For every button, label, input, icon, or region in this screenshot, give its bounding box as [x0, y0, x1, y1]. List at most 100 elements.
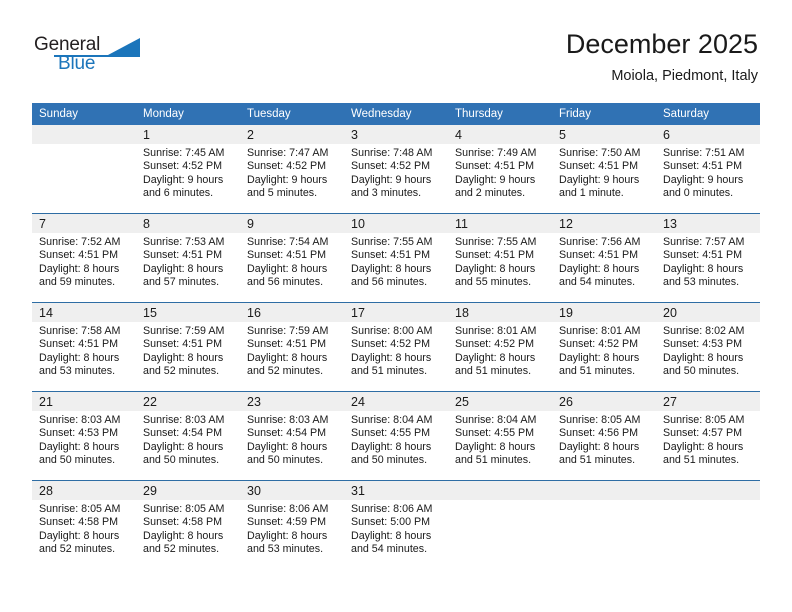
daylight-text-line1: Daylight: 8 hours [455, 351, 536, 364]
day-number: 26 [552, 392, 656, 411]
day-cell-inner: 24 Sunrise: 8:04 AM Sunset: 4:55 PM Dayligh… [344, 392, 448, 480]
day-number: 25 [448, 392, 552, 411]
daylight-text-line1: Daylight: 8 hours [143, 262, 224, 275]
calendar-day-cell[interactable]: 7 Sunrise: 7:52 AM Sunset: 4:51 PM Daylight… [32, 213, 136, 303]
daylight-text-line1: Daylight: 9 hours [143, 173, 224, 186]
day-cell-inner: 25 Sunrise: 8:04 AM Sunset: 4:55 PM Dayligh… [448, 392, 552, 480]
daylight-text-line2: and 54 minutes. [351, 543, 428, 556]
calendar-day-cell[interactable]: 6 Sunrise: 7:51 AM Sunset: 4:51 PM Daylight… [656, 125, 760, 214]
day-details: Sunrise: 7:49 AM Sunset: 4:51 PM Daylight:… [448, 144, 552, 201]
sunrise-text: Sunrise: 8:02 AM [663, 325, 745, 337]
daylight-text-line1: Daylight: 8 hours [351, 262, 432, 275]
calendar-day-cell[interactable]: 2 Sunrise: 7:47 AM Sunset: 4:52 PM Daylight… [240, 125, 344, 214]
daylight-text-line2: and 52 minutes. [143, 543, 220, 556]
sunrise-text: Sunrise: 8:03 AM [39, 414, 121, 426]
calendar-day-cell[interactable]: 3 Sunrise: 7:48 AM Sunset: 4:52 PM Daylight… [344, 125, 448, 214]
sunrise-text: Sunrise: 7:50 AM [559, 147, 641, 159]
calendar-day-cell[interactable]: 12 Sunrise: 7:56 AM Sunset: 4:51 PM Dayligh… [552, 213, 656, 303]
sunset-text: Sunset: 4:51 PM [143, 338, 223, 351]
calendar-day-cell[interactable]: 23 Sunrise: 8:03 AM Sunset: 4:54 PM Dayligh… [240, 391, 344, 481]
day-cell-inner: 13 Sunrise: 7:57 AM Sunset: 4:51 PM Dayligh… [656, 214, 760, 302]
daylight-text-line2: and 50 minutes. [351, 454, 428, 467]
day-number [32, 125, 136, 144]
sunset-text: Sunset: 4:56 PM [559, 427, 639, 440]
calendar-day-cell[interactable]: 11 Sunrise: 7:55 AM Sunset: 4:51 PM Dayligh… [448, 213, 552, 303]
weekday-header-sunday: Sunday [32, 103, 136, 125]
day-details: Sunrise: 8:03 AM Sunset: 4:54 PM Daylight:… [240, 411, 344, 468]
weekday-header-wednesday: Wednesday [344, 103, 448, 125]
sunrise-text: Sunrise: 8:05 AM [39, 503, 121, 515]
calendar-day-cell[interactable]: 24 Sunrise: 8:04 AM Sunset: 4:55 PM Dayligh… [344, 391, 448, 481]
page-header: General Blue December 2025 Moiola, Piedm… [34, 28, 758, 90]
day-cell-inner: 15 Sunrise: 7:59 AM Sunset: 4:51 PM Dayligh… [136, 303, 240, 391]
day-number: 23 [240, 392, 344, 411]
calendar-day-cell[interactable]: 21 Sunrise: 8:03 AM Sunset: 4:53 PM Dayligh… [32, 391, 136, 481]
day-details: Sunrise: 7:55 AM Sunset: 4:51 PM Daylight:… [448, 233, 552, 290]
day-cell-inner: 9 Sunrise: 7:54 AM Sunset: 4:51 PM Daylight… [240, 214, 344, 302]
weekday-header-tuesday: Tuesday [240, 103, 344, 125]
calendar-day-cell[interactable]: 9 Sunrise: 7:54 AM Sunset: 4:51 PM Daylight… [240, 213, 344, 303]
sunrise-text: Sunrise: 7:59 AM [143, 325, 225, 337]
day-details: Sunrise: 8:02 AM Sunset: 4:53 PM Daylight:… [656, 322, 760, 379]
calendar-day-cell[interactable]: 5 Sunrise: 7:50 AM Sunset: 4:51 PM Daylight… [552, 125, 656, 214]
day-cell-inner: 4 Sunrise: 7:49 AM Sunset: 4:51 PM Daylight… [448, 125, 552, 213]
calendar-day-cell[interactable]: 31 Sunrise: 8:06 AM Sunset: 5:00 PM Dayligh… [344, 480, 448, 569]
calendar-day-cell[interactable]: 10 Sunrise: 7:55 AM Sunset: 4:51 PM Dayligh… [344, 213, 448, 303]
day-number: 15 [136, 303, 240, 322]
day-details: Sunrise: 8:03 AM Sunset: 4:53 PM Daylight:… [32, 411, 136, 468]
sunrise-text: Sunrise: 7:53 AM [143, 236, 225, 248]
calendar-day-cell[interactable]: 28 Sunrise: 8:05 AM Sunset: 4:58 PM Dayligh… [32, 480, 136, 569]
sunrise-text: Sunrise: 7:57 AM [663, 236, 745, 248]
calendar-day-cell[interactable]: 13 Sunrise: 7:57 AM Sunset: 4:51 PM Dayligh… [656, 213, 760, 303]
day-number: 19 [552, 303, 656, 322]
calendar-day-cell[interactable]: 30 Sunrise: 8:06 AM Sunset: 4:59 PM Dayligh… [240, 480, 344, 569]
day-number: 31 [344, 481, 448, 500]
daylight-text-line2: and 5 minutes. [247, 187, 318, 200]
sunset-text: Sunset: 4:58 PM [143, 516, 223, 529]
sunrise-text: Sunrise: 7:54 AM [247, 236, 329, 248]
calendar-day-cell[interactable]: 4 Sunrise: 7:49 AM Sunset: 4:51 PM Daylight… [448, 125, 552, 214]
sunset-text: Sunset: 4:51 PM [663, 160, 743, 173]
daylight-text-line2: and 51 minutes. [351, 365, 428, 378]
sunset-text: Sunset: 4:58 PM [39, 516, 119, 529]
calendar-day-cell[interactable]: 16 Sunrise: 7:59 AM Sunset: 4:51 PM Dayligh… [240, 302, 344, 392]
day-details: Sunrise: 7:54 AM Sunset: 4:51 PM Daylight:… [240, 233, 344, 290]
daylight-text-line2: and 54 minutes. [559, 276, 636, 289]
calendar-day-cell[interactable]: 25 Sunrise: 8:04 AM Sunset: 4:55 PM Dayligh… [448, 391, 552, 481]
calendar-day-cell[interactable]: 29 Sunrise: 8:05 AM Sunset: 4:58 PM Dayligh… [136, 480, 240, 569]
sunset-text: Sunset: 4:53 PM [663, 338, 743, 351]
calendar-day-cell[interactable]: 27 Sunrise: 8:05 AM Sunset: 4:57 PM Dayligh… [656, 391, 760, 481]
day-cell-inner [552, 481, 656, 569]
day-details: Sunrise: 8:04 AM Sunset: 4:55 PM Daylight:… [448, 411, 552, 468]
sunset-text: Sunset: 4:59 PM [247, 516, 327, 529]
calendar-day-cell[interactable]: 26 Sunrise: 8:05 AM Sunset: 4:56 PM Dayligh… [552, 391, 656, 481]
sunrise-text: Sunrise: 8:04 AM [455, 414, 537, 426]
daylight-text-line1: Daylight: 9 hours [663, 173, 744, 186]
day-number: 27 [656, 392, 760, 411]
calendar-day-cell[interactable]: 1 Sunrise: 7:45 AM Sunset: 4:52 PM Daylight… [136, 125, 240, 214]
sunrise-text: Sunrise: 7:49 AM [455, 147, 537, 159]
sunrise-text: Sunrise: 7:48 AM [351, 147, 433, 159]
calendar-day-cell[interactable]: 15 Sunrise: 7:59 AM Sunset: 4:51 PM Dayligh… [136, 302, 240, 392]
calendar-day-cell[interactable]: 14 Sunrise: 7:58 AM Sunset: 4:51 PM Dayligh… [32, 302, 136, 392]
calendar-day-cell[interactable]: 20 Sunrise: 8:02 AM Sunset: 4:53 PM Dayligh… [656, 302, 760, 392]
calendar-day-cell[interactable]: 19 Sunrise: 8:01 AM Sunset: 4:52 PM Dayligh… [552, 302, 656, 392]
daylight-text-line2: and 1 minute. [559, 187, 624, 200]
calendar-day-cell[interactable]: 8 Sunrise: 7:53 AM Sunset: 4:51 PM Daylight… [136, 213, 240, 303]
calendar-day-cell[interactable]: 22 Sunrise: 8:03 AM Sunset: 4:54 PM Dayligh… [136, 391, 240, 481]
day-number: 7 [32, 214, 136, 233]
day-cell-inner: 11 Sunrise: 7:55 AM Sunset: 4:51 PM Dayligh… [448, 214, 552, 302]
generalblue-logo[interactable]: General Blue [34, 34, 154, 86]
sunset-text: Sunset: 4:51 PM [351, 249, 431, 262]
sunset-text: Sunset: 4:52 PM [351, 338, 431, 351]
weekday-header-saturday: Saturday [656, 103, 760, 125]
daylight-text-line1: Daylight: 8 hours [559, 440, 640, 453]
sunset-text: Sunset: 4:51 PM [247, 249, 327, 262]
daylight-text-line1: Daylight: 8 hours [39, 351, 120, 364]
calendar-day-cell[interactable]: 18 Sunrise: 8:01 AM Sunset: 4:52 PM Dayligh… [448, 302, 552, 392]
weekday-header-friday: Friday [552, 103, 656, 125]
daylight-text-line1: Daylight: 9 hours [351, 173, 432, 186]
sunset-text: Sunset: 4:51 PM [455, 249, 535, 262]
day-cell-inner: 8 Sunrise: 7:53 AM Sunset: 4:51 PM Daylight… [136, 214, 240, 302]
calendar-day-cell[interactable]: 17 Sunrise: 8:00 AM Sunset: 4:52 PM Dayligh… [344, 302, 448, 392]
